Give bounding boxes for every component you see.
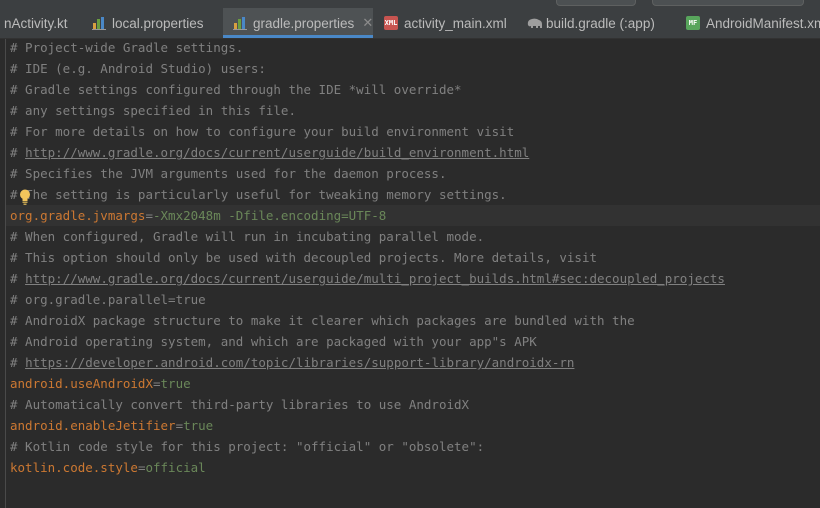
- link-comment-line[interactable]: # https://developer.android.com/topic/li…: [10, 352, 574, 373]
- comment-line[interactable]: # Gradle settings configured through the…: [10, 79, 462, 100]
- tab-label: activity_main.xml: [404, 15, 507, 31]
- gutter-divider: [5, 39, 6, 508]
- lightbulb-icon[interactable]: [18, 188, 32, 206]
- comment-line[interactable]: # Kotlin code style for this project: "o…: [10, 436, 484, 457]
- comment-link[interactable]: https://developer.android.com/topic/libr…: [25, 355, 574, 370]
- comment-prefix: #: [10, 271, 26, 286]
- comment-line[interactable]: # For more details on how to configure y…: [10, 121, 514, 142]
- link-comment-line[interactable]: # http://www.gradle.org/docs/current/use…: [10, 268, 725, 289]
- property-key: kotlin.code.style: [10, 460, 138, 475]
- property-separator: =: [153, 376, 161, 391]
- property-key: org.gradle.jvmargs: [10, 208, 146, 223]
- property-line[interactable]: kotlin.code.style=official: [10, 457, 206, 478]
- toolbar-strip: [0, 0, 820, 8]
- comment-prefix: #: [10, 145, 26, 160]
- code-editor[interactable]: # Project-wide Gradle settings. # IDE (e.…: [0, 39, 820, 508]
- manifest-file-icon: MF: [686, 16, 700, 30]
- comment-line[interactable]: # The setting is particularly useful for…: [10, 184, 507, 205]
- comment-text: # org.gradle.parallel=true: [10, 292, 206, 307]
- tab-build-gradle-app[interactable]: build.gradle (:app): [520, 8, 678, 38]
- tab-gradle-properties[interactable]: gradle.properties ✕: [223, 8, 373, 38]
- comment-line[interactable]: # Android operating system, and which ar…: [10, 331, 537, 352]
- gradle-elephant-icon: [526, 16, 542, 30]
- comment-text: # When configured, Gradle will run in in…: [10, 229, 485, 244]
- tab-label: nActivity.kt: [4, 15, 68, 31]
- property-line[interactable]: android.enableJetifier=true: [10, 415, 213, 436]
- properties-file-icon: [92, 16, 106, 30]
- tab-main-activity[interactable]: nActivity.kt: [0, 8, 84, 38]
- property-separator: =: [175, 418, 184, 433]
- comment-link[interactable]: http://www.gradle.org/docs/current/userg…: [25, 271, 725, 286]
- comment-line[interactable]: # org.gradle.parallel=true: [10, 289, 206, 310]
- property-key: android.useAndroidX: [10, 376, 153, 391]
- property-key: android.enableJetifier: [10, 418, 176, 433]
- comment-line[interactable]: # AndroidX package structure to make it …: [10, 310, 635, 331]
- property-value: -Xmx2048m -Dfile.encoding=UTF-8: [153, 208, 387, 223]
- comment-line[interactable]: # This option should only be used with d…: [10, 247, 597, 268]
- comment-link[interactable]: http://www.gradle.org/docs/current/userg…: [25, 145, 529, 160]
- tab-label: local.properties: [112, 15, 204, 31]
- comment-text: # For more details on how to configure y…: [10, 124, 515, 139]
- run-config-selector[interactable]: [556, 0, 636, 6]
- comment-text: # This option should only be used with d…: [10, 250, 597, 265]
- device-selector[interactable]: [652, 0, 804, 6]
- comment-text: # The setting is particularly useful for…: [10, 187, 507, 202]
- comment-text: # any settings specified in this file.: [10, 103, 296, 118]
- properties-file-icon: [233, 16, 247, 30]
- comment-text: # IDE (e.g. Android Studio) users:: [10, 61, 266, 76]
- comment-text: # Project-wide Gradle settings.: [10, 40, 244, 55]
- comment-line[interactable]: # Automatically convert third-party libr…: [10, 394, 469, 415]
- comment-line[interactable]: # When configured, Gradle will run in in…: [10, 226, 484, 247]
- property-value: true: [160, 376, 191, 391]
- property-value: official: [145, 460, 206, 475]
- property-value: true: [183, 418, 214, 433]
- comment-text: # Android operating system, and which ar…: [10, 334, 537, 349]
- comment-line[interactable]: # Project-wide Gradle settings.: [10, 37, 243, 58]
- comment-text: # Automatically convert third-party libr…: [10, 397, 470, 412]
- comment-text: # AndroidX package structure to make it …: [10, 313, 635, 328]
- tab-android-manifest[interactable]: MF AndroidManifest.xml: [680, 8, 820, 38]
- comment-line[interactable]: # Specifies the JVM arguments used for t…: [10, 163, 447, 184]
- comment-line[interactable]: # any settings specified in this file.: [10, 100, 296, 121]
- xml-layout-file-icon: XML: [384, 16, 398, 30]
- comment-line[interactable]: # IDE (e.g. Android Studio) users:: [10, 58, 266, 79]
- tab-label: gradle.properties: [253, 15, 355, 31]
- tab-label: build.gradle (:app): [546, 15, 655, 31]
- comment-text: # Specifies the JVM arguments used for t…: [10, 166, 447, 181]
- property-separator: =: [145, 208, 153, 223]
- comment-text: # Gradle settings configured through the…: [10, 82, 462, 97]
- close-icon[interactable]: ✕: [362, 15, 373, 31]
- tab-label: AndroidManifest.xml: [706, 15, 820, 31]
- link-comment-line[interactable]: # http://www.gradle.org/docs/current/use…: [10, 142, 529, 163]
- property-line[interactable]: org.gradle.jvmargs=-Xmx2048m -Dfile.enco…: [6, 205, 820, 226]
- property-line[interactable]: android.useAndroidX=true: [10, 373, 191, 394]
- tab-activity-main-xml[interactable]: XML activity_main.xml: [374, 8, 516, 38]
- comment-text: # Kotlin code style for this project: "o…: [10, 439, 485, 454]
- tab-local-properties[interactable]: local.properties: [84, 8, 220, 38]
- comment-prefix: #: [10, 355, 26, 370]
- editor-tab-bar: nActivity.kt local.properties gradle.pro…: [0, 8, 820, 39]
